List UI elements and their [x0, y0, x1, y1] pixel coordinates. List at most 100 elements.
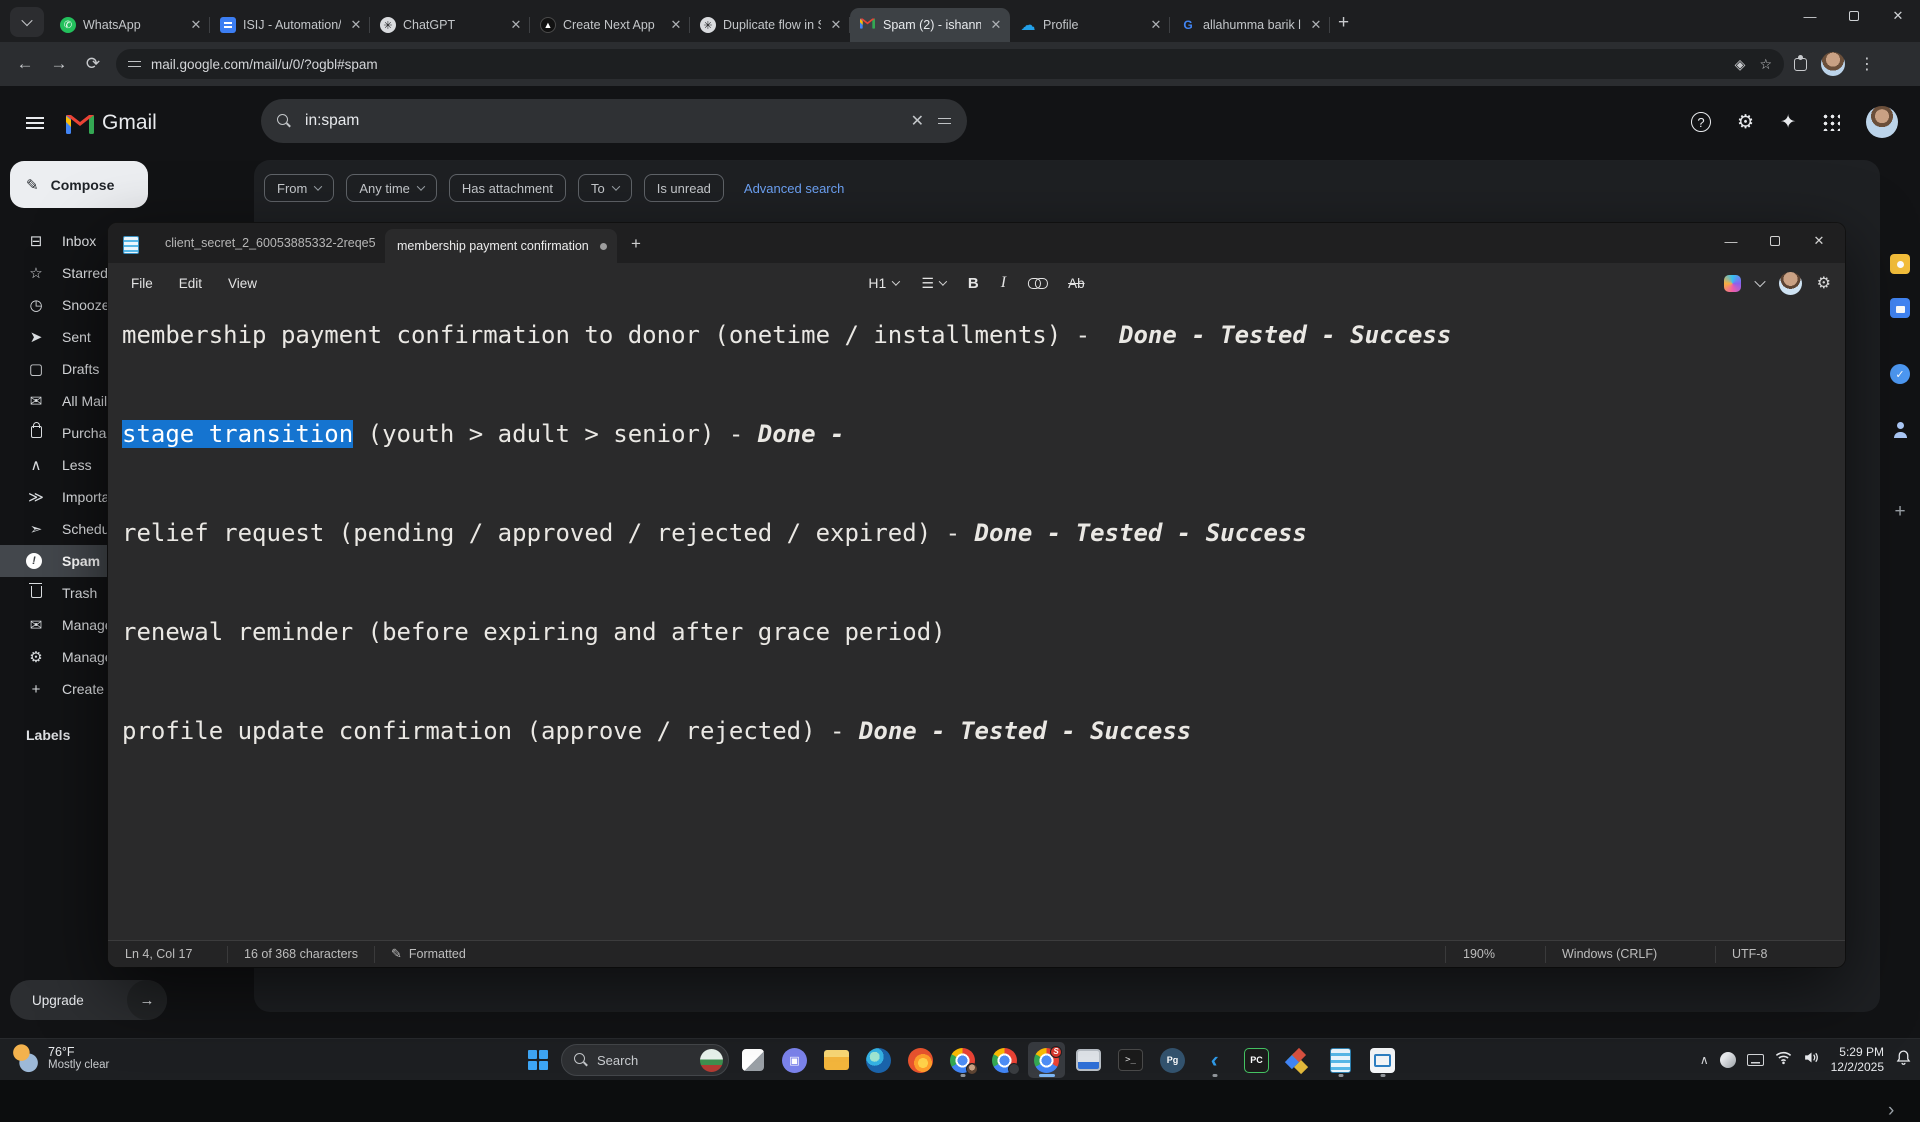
- notepad-new-tab-button[interactable]: +: [631, 234, 641, 254]
- browser-tab[interactable]: Profile✕: [1010, 8, 1170, 42]
- lens-icon[interactable]: ◈: [1735, 56, 1746, 73]
- volume-icon[interactable]: [1803, 1050, 1820, 1070]
- search-input[interactable]: [305, 112, 897, 130]
- tab-close-icon[interactable]: ✕: [668, 17, 684, 33]
- tab-close-icon[interactable]: ✕: [1308, 17, 1324, 33]
- list-style-dropdown[interactable]: ☰: [921, 275, 946, 292]
- taskbar-app-chrome[interactable]: [986, 1042, 1023, 1078]
- search-options-icon[interactable]: [938, 116, 951, 126]
- filter-chip-to[interactable]: To: [578, 174, 632, 202]
- site-settings-icon[interactable]: [128, 59, 141, 69]
- hamburger-menu-icon[interactable]: [26, 117, 44, 129]
- tab-close-icon[interactable]: ✕: [828, 17, 844, 33]
- browser-tab[interactable]: ISIJ - Automation/Flows S✕: [210, 8, 370, 42]
- address-bar[interactable]: mail.google.com/mail/u/0/?ogbl#spam ◈ ☆: [116, 49, 1784, 79]
- reload-button[interactable]: ⟳: [76, 54, 110, 74]
- filter-chip-any-time[interactable]: Any time: [346, 174, 437, 202]
- upgrade-button[interactable]: Upgrade →: [10, 980, 167, 1020]
- taskbar-search[interactable]: Search: [561, 1044, 729, 1076]
- window-maximize-button[interactable]: [1832, 0, 1876, 32]
- extensions-icon[interactable]: [1794, 58, 1807, 71]
- tab-close-icon[interactable]: ✕: [1148, 17, 1164, 33]
- notification-bell-icon[interactable]: [1895, 1049, 1912, 1071]
- link-icon[interactable]: [1028, 278, 1046, 288]
- start-button[interactable]: [519, 1042, 556, 1078]
- forward-button[interactable]: →: [42, 54, 76, 74]
- google-apps-grid-icon[interactable]: [1822, 113, 1840, 131]
- gemini-sparkle-icon[interactable]: ✦: [1780, 111, 1796, 134]
- notepad-settings-gear-icon[interactable]: ⚙: [1817, 273, 1831, 293]
- browser-tab[interactable]: Duplicate flow in Salesfor✕: [690, 8, 850, 42]
- window-minimize-button[interactable]: —: [1788, 0, 1832, 32]
- tab-search-button[interactable]: [10, 7, 44, 37]
- tab-close-icon[interactable]: ✕: [988, 17, 1004, 33]
- bold-button[interactable]: B: [968, 275, 979, 292]
- window-close-button[interactable]: ✕: [1876, 0, 1920, 32]
- taskbar-app-chrome[interactable]: [944, 1042, 981, 1078]
- notepad-close-button[interactable]: ✕: [1797, 223, 1841, 259]
- taskbar-app-terminal[interactable]: [1112, 1042, 1149, 1078]
- taskbar-app-postgresql[interactable]: [1154, 1042, 1191, 1078]
- taskbar-app-vscode[interactable]: [1196, 1042, 1233, 1078]
- settings-gear-icon[interactable]: ⚙: [1737, 111, 1754, 134]
- notepad-tab[interactable]: client_secret_2_60053885332-2reqe52rribe: [153, 223, 385, 263]
- notepad-minimize-button[interactable]: —: [1709, 223, 1753, 259]
- browser-tab[interactable]: Create Next App✕: [530, 8, 690, 42]
- menu-view[interactable]: View: [215, 269, 270, 298]
- filter-chip-from[interactable]: From: [264, 174, 334, 202]
- account-avatar[interactable]: [1866, 106, 1898, 138]
- browser-tab[interactable]: WhatsApp✕: [50, 8, 210, 42]
- compose-button[interactable]: ✎ Compose: [10, 161, 148, 208]
- taskbar-app-task-manager[interactable]: [1070, 1042, 1107, 1078]
- chevron-down-icon[interactable]: [1754, 276, 1765, 287]
- plus-icon[interactable]: +: [1890, 502, 1910, 522]
- search-icon[interactable]: [277, 114, 291, 128]
- help-icon[interactable]: ?: [1691, 112, 1711, 132]
- clear-search-icon[interactable]: ✕: [911, 111, 924, 131]
- taskbar-clock[interactable]: 5:29 PM 12/2/2025: [1831, 1045, 1884, 1075]
- taskbar-app-notepad-app[interactable]: [1322, 1042, 1359, 1078]
- wifi-icon[interactable]: [1775, 1050, 1792, 1070]
- weather-widget[interactable]: 76°F Mostly clear: [10, 1043, 109, 1073]
- notepad-account-avatar[interactable]: [1779, 272, 1802, 295]
- taskbar-app-pycharm[interactable]: [1238, 1042, 1275, 1078]
- heading-style-dropdown[interactable]: H1: [868, 275, 899, 291]
- taskbar-app-file-explorer[interactable]: [818, 1042, 855, 1078]
- italic-button[interactable]: I: [1001, 274, 1006, 292]
- back-button[interactable]: ←: [8, 54, 42, 74]
- touch-keyboard-icon[interactable]: [1747, 1054, 1764, 1066]
- notepad-tab[interactable]: membership payment confirmation: [385, 229, 617, 263]
- text-editor-area[interactable]: membership payment confirmation to donor…: [108, 303, 1845, 940]
- taskbar-app-chrome[interactable]: S: [1028, 1042, 1065, 1078]
- tasks-icon[interactable]: [1890, 364, 1910, 384]
- browser-profile-avatar[interactable]: [1821, 52, 1845, 76]
- taskbar-app-edge[interactable]: [860, 1042, 897, 1078]
- filter-chip-has-attachment[interactable]: Has attachment: [449, 174, 566, 202]
- taskbar-app-firefox[interactable]: [902, 1042, 939, 1078]
- tab-close-icon[interactable]: ✕: [188, 17, 204, 33]
- tray-chevron-icon[interactable]: ∧: [1700, 1053, 1709, 1067]
- browser-menu-icon[interactable]: ⋮: [1859, 54, 1875, 74]
- bookmark-star-icon[interactable]: ☆: [1759, 56, 1772, 73]
- copilot-icon[interactable]: [1724, 275, 1741, 292]
- menu-edit[interactable]: Edit: [166, 269, 215, 298]
- taskbar-app-chat[interactable]: [776, 1042, 813, 1078]
- taskbar-app-designer[interactable]: [1280, 1042, 1317, 1078]
- contacts-icon[interactable]: [1890, 420, 1910, 440]
- clear-formatting-icon[interactable]: Ab: [1068, 276, 1085, 291]
- side-panel-chevron-icon[interactable]: ›: [1888, 1100, 1894, 1122]
- new-tab-button[interactable]: +: [1338, 12, 1349, 34]
- calendar-icon[interactable]: [1890, 298, 1910, 318]
- url-text[interactable]: mail.google.com/mail/u/0/?ogbl#spam: [151, 57, 1725, 72]
- advanced-search-link[interactable]: Advanced search: [744, 181, 844, 196]
- browser-tab[interactable]: allahumma barik laha - G✕: [1170, 8, 1330, 42]
- browser-tab[interactable]: ChatGPT✕: [370, 8, 530, 42]
- menu-file[interactable]: File: [118, 269, 166, 298]
- browser-tab[interactable]: Spam (2) - ishann.tforce@✕: [850, 8, 1010, 42]
- notepad-maximize-button[interactable]: [1753, 223, 1797, 259]
- taskbar-app-taskpro[interactable]: [1364, 1042, 1401, 1078]
- tray-copilot-icon[interactable]: [1720, 1052, 1736, 1068]
- taskbar-app-task-view[interactable]: [734, 1042, 771, 1078]
- filter-chip-is-unread[interactable]: Is unread: [644, 174, 724, 202]
- tab-close-icon[interactable]: ✕: [508, 17, 524, 33]
